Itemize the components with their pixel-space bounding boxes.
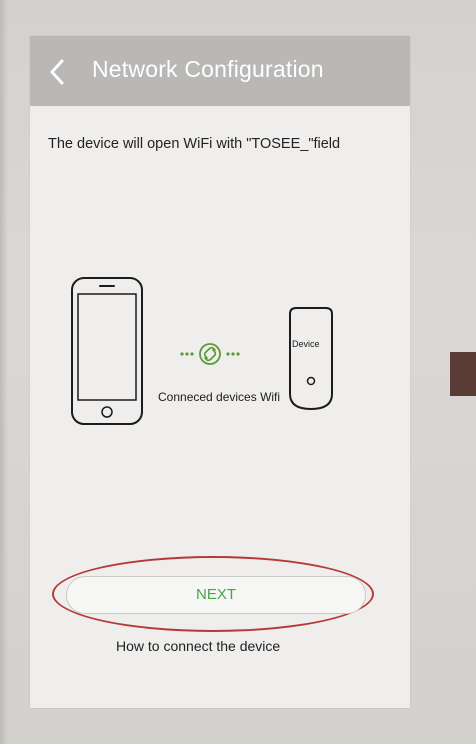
- app-screen: Network Configuration The device will op…: [30, 36, 410, 708]
- background-object: [450, 352, 476, 396]
- connection-label: Conneced devices Wifi: [158, 390, 281, 404]
- photo-background: Network Configuration The device will op…: [0, 0, 476, 744]
- link-dots-left: [180, 352, 194, 356]
- how-to-connect-link[interactable]: How to connect the device: [116, 638, 280, 654]
- link-dots-right: [226, 352, 240, 356]
- header-bar: Network Configuration: [30, 36, 410, 106]
- smartphone-icon: [71, 277, 143, 425]
- chevron-left-icon[interactable]: [46, 58, 70, 86]
- next-button[interactable]: NEXT: [66, 576, 366, 614]
- info-text: The device will open WiFi with "TOSEE_"f…: [48, 136, 341, 152]
- photo-edge-shade: [0, 0, 8, 744]
- connection-illustration: [71, 277, 333, 425]
- link-icon: [199, 343, 221, 365]
- device-icon: [289, 307, 333, 411]
- page-title: Network Configuration: [92, 56, 324, 82]
- device-label: Device: [292, 339, 320, 349]
